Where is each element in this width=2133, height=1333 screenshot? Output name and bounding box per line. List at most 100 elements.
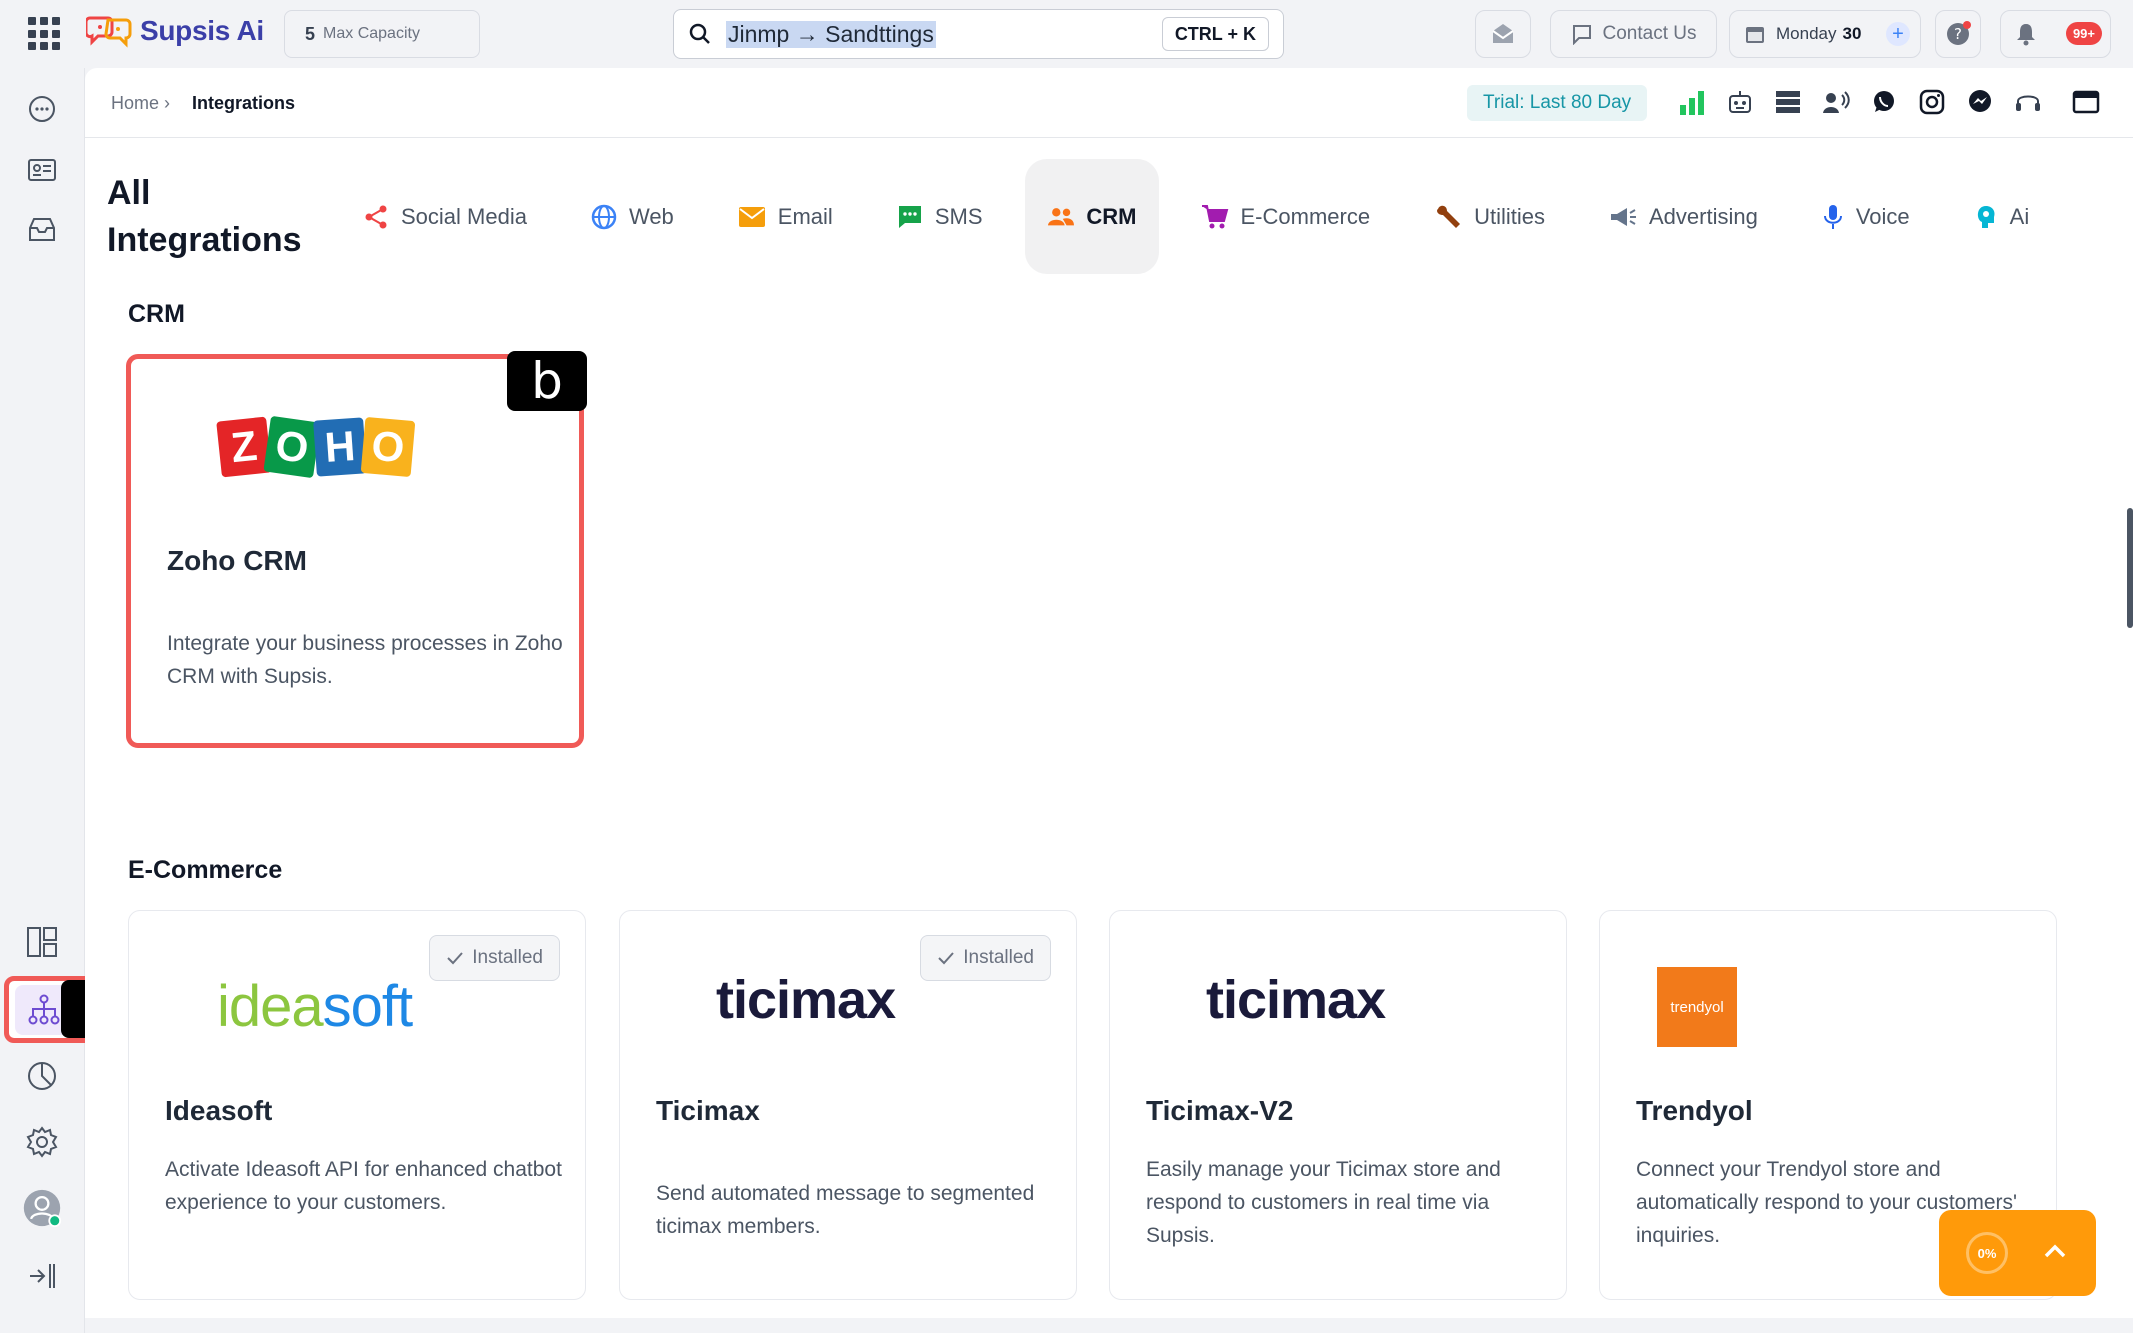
breadcrumb: Home › Integrations — [111, 93, 295, 114]
installed-label: Installed — [472, 947, 543, 968]
capacity-indicator[interactable]: 5 Max Capacity — [284, 10, 480, 58]
day-number: 30 — [1842, 24, 1862, 43]
card-description: Send automated message to segmented tici… — [656, 1182, 1035, 1238]
analytics-pie-icon[interactable] — [22, 1056, 62, 1096]
contact-us-button[interactable]: Contact Us — [1550, 10, 1717, 58]
help-button[interactable]: ? — [1935, 10, 1981, 58]
server-list-icon[interactable] — [1773, 87, 1803, 117]
scroll-to-top-button[interactable]: 0% — [1939, 1210, 2096, 1296]
brand-logo[interactable]: Supsis Ai — [86, 14, 264, 48]
main-panel: Home › Integrations Trial: Last 80 Day A… — [85, 68, 2133, 1318]
whatsapp-icon[interactable] — [1869, 87, 1899, 117]
live-support-headset-icon[interactable] — [2013, 87, 2043, 117]
globe-icon — [591, 204, 617, 229]
marker-b: b — [507, 351, 587, 411]
messenger-icon[interactable] — [1965, 87, 1995, 117]
tab-label: Email — [777, 203, 833, 229]
tab-social-media[interactable]: Social Media — [355, 159, 549, 274]
collapse-sidebar-icon[interactable] — [22, 1256, 62, 1296]
mail-icon — [738, 206, 765, 227]
card-title: Ideasoft — [165, 1095, 273, 1126]
integration-card-zoho-crm[interactable]: Z O H O Zoho CRM Integrate your business… — [126, 354, 584, 748]
search-shortcut: CTRL + K — [1161, 17, 1269, 51]
category-tabs: Social Media Web Email SMS CRM E-Commerc… — [355, 159, 2029, 274]
zoho-logo-letter: H — [313, 417, 367, 477]
signal-bars-icon[interactable] — [1677, 87, 1707, 117]
tab-label: Social Media — [401, 203, 527, 229]
trendyol-logo: trendyol — [1657, 967, 1737, 1047]
tab-web[interactable]: Web — [569, 159, 696, 274]
contacts-card-icon[interactable] — [22, 150, 62, 190]
search-input[interactable]: Jinmp → Sandttings — [726, 20, 936, 48]
wrench-icon — [1437, 205, 1461, 228]
notifications-button[interactable]: 99+ — [2000, 10, 2111, 58]
page-title: All Integrations — [107, 170, 302, 264]
tab-email[interactable]: Email — [716, 159, 855, 274]
ideasoft-logo-part: soft — [322, 974, 413, 1039]
tab-advertising[interactable]: Advertising — [1587, 159, 1780, 274]
share-icon — [365, 205, 387, 228]
trial-badge[interactable]: Trial: Last 80 Day — [1467, 85, 1648, 121]
tab-sms[interactable]: SMS — [875, 159, 1005, 274]
svg-text:?: ? — [1954, 25, 1962, 43]
integration-card-ideasoft[interactable]: Installed ideasoft Ideasoft Activate Ide… — [128, 910, 586, 1300]
mic-icon — [1823, 204, 1842, 229]
mail-open-icon — [1492, 24, 1514, 43]
date-widget[interactable]: Monday 30 + — [1729, 10, 1921, 58]
scroll-progress: 0% — [1966, 1232, 2008, 1274]
search-bar[interactable]: Jinmp → Sandttings CTRL + K — [673, 9, 1284, 59]
instagram-icon[interactable] — [1917, 87, 1947, 117]
tab-label: Utilities — [1474, 203, 1545, 229]
page-scrollbar[interactable] — [2127, 508, 2133, 628]
tab-label: Ai — [2009, 203, 2030, 229]
integration-card-ticimax[interactable]: Installed ticimax Ticimax Send automated… — [619, 910, 1077, 1300]
tab-crm[interactable]: CRM — [1024, 159, 1159, 274]
page-title-line-1: All — [107, 174, 151, 212]
ticimax-logo: ticimax — [1206, 970, 1386, 1030]
apps-grid-icon[interactable] — [28, 17, 62, 51]
help-icon: ? — [1947, 21, 1971, 45]
tab-voice[interactable]: Voice — [1800, 159, 1932, 274]
header-bar: Home › Integrations Trial: Last 80 Day — [85, 68, 2133, 138]
tab-label: SMS — [934, 203, 983, 229]
add-event-icon[interactable]: + — [1886, 22, 1910, 46]
user-avatar[interactable] — [22, 1188, 62, 1228]
bell-icon — [2017, 24, 2035, 46]
archive-tray-icon[interactable] — [22, 210, 62, 250]
people-icon — [1047, 207, 1074, 225]
tab-utilities[interactable]: Utilities — [1412, 159, 1567, 274]
search-icon — [689, 23, 710, 44]
capacity-label: Max Capacity — [323, 25, 420, 42]
card-title: Trendyol — [1636, 1095, 1753, 1126]
settings-gear-icon[interactable] — [22, 1122, 62, 1162]
calendar-icon — [1746, 27, 1764, 43]
tab-e-commerce[interactable]: E-Commerce — [1179, 159, 1393, 274]
card-description: Activate Ideasoft API for enhanced chatb… — [165, 1158, 562, 1214]
breadcrumb-home[interactable]: Home › — [111, 93, 170, 114]
ticimax-logo: ticimax — [716, 970, 896, 1030]
card-title: Ticimax — [656, 1095, 760, 1126]
window-panel-icon[interactable] — [2071, 87, 2101, 117]
conversations-icon[interactable] — [22, 90, 62, 130]
chat-bubble-icon — [1572, 25, 1591, 45]
tab-ai[interactable]: Ai — [1952, 159, 2030, 274]
team-speak-icon[interactable] — [1821, 87, 1851, 117]
bot-icon[interactable] — [1725, 87, 1755, 117]
tab-label: Voice — [1855, 203, 1910, 229]
ideasoft-logo: ideasoft — [217, 973, 413, 1040]
breadcrumb-current: Integrations — [192, 93, 296, 113]
tab-label: CRM — [1086, 203, 1137, 229]
dashboard-layout-icon[interactable] — [22, 922, 62, 962]
ideasoft-logo-part: idea — [217, 974, 324, 1039]
card-title: Zoho CRM — [167, 545, 307, 576]
capacity-count: 5 — [305, 23, 316, 44]
installed-label: Installed — [963, 947, 1034, 968]
integration-card-ticimax-v2[interactable]: ticimax Ticimax-V2 Easily manage your Ti… — [1109, 910, 1567, 1300]
ai-icon — [1977, 205, 1995, 228]
inbox-button[interactable] — [1475, 10, 1531, 58]
top-bar: Supsis Ai 5 Max Capacity Jinmp → Sandtti… — [0, 0, 2133, 68]
section-heading-e-commerce: E-Commerce — [128, 856, 283, 884]
installed-badge: Installed — [920, 935, 1051, 981]
left-sidebar: a — [0, 68, 141, 1333]
channel-icons — [1677, 87, 2101, 117]
